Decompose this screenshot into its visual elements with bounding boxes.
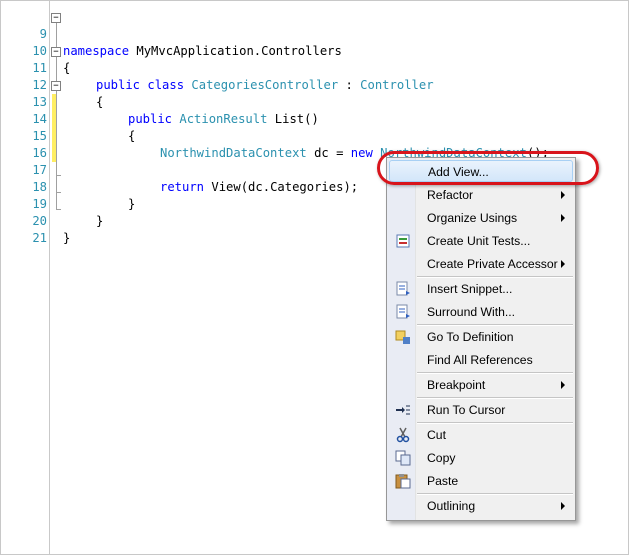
code-text: } [63, 231, 71, 245]
menu-item-paste[interactable]: Paste [389, 470, 573, 492]
menu-item-label: Organize Usings [427, 211, 518, 225]
code-line[interactable]: 13 public ActionResult List() [1, 77, 621, 126]
submenu-arrow-icon [561, 191, 565, 199]
submenu-arrow-icon [561, 260, 565, 268]
menu-item-organize-usings[interactable]: Organize Usings [389, 207, 573, 229]
submenu-arrow-icon [561, 381, 565, 389]
annotation-highlight-ring [377, 151, 599, 185]
menu-item-label: Run To Cursor [427, 403, 506, 417]
submenu-arrow-icon [561, 214, 565, 222]
menu-item-label: Surround With... [427, 305, 516, 319]
unit-test-icon [395, 233, 411, 249]
submenu-arrow-icon [561, 502, 565, 510]
context-menu: Add View... Refactor Organize Usings Cre… [386, 157, 576, 521]
code-line[interactable]: 14 { [1, 94, 621, 143]
paste-icon [395, 473, 411, 489]
menu-item-cut[interactable]: Cut [389, 424, 573, 446]
menu-item-label: Paste [427, 474, 459, 488]
code-line[interactable]: 9 namespace MyMvcApplication.Controllers [1, 9, 621, 58]
insert-snippet-icon [395, 281, 411, 297]
menu-item-label: Breakpoint [427, 378, 486, 392]
code-line[interactable]: 12 { [1, 60, 621, 109]
line-number: 21 [32, 231, 47, 245]
menu-item-find-all-references[interactable]: Find All References [389, 349, 573, 371]
code-editor-window: − − − 9 namespace MyMvcApplication.Contr… [0, 0, 629, 555]
menu-item-label: Copy [427, 451, 456, 465]
menu-item-refactor[interactable]: Refactor [389, 184, 573, 206]
menu-item-label: Create Private Accessor [427, 257, 558, 271]
menu-item-outlining[interactable]: Outlining [389, 495, 573, 517]
menu-item-go-to-definition[interactable]: Go To Definition [389, 326, 573, 348]
copy-icon [395, 450, 411, 466]
menu-item-label: Refactor [427, 188, 474, 202]
menu-item-create-unit-tests[interactable]: Create Unit Tests... [389, 230, 573, 252]
menu-item-label: Cut [427, 428, 446, 442]
cut-icon [395, 427, 411, 443]
code-line[interactable]: 16 [1, 128, 621, 160]
menu-item-copy[interactable]: Copy [389, 447, 573, 469]
menu-item-run-to-cursor[interactable]: Run To Cursor [389, 399, 573, 421]
go-to-definition-icon [395, 329, 411, 345]
menu-item-label: Insert Snippet... [427, 282, 513, 296]
surround-with-icon [395, 304, 411, 320]
menu-item-label: Outlining [427, 499, 476, 513]
code-line[interactable]: 11 public class CategoriesController : C… [1, 43, 621, 92]
menu-item-create-private-accessor[interactable]: Create Private Accessor [389, 253, 573, 275]
menu-item-insert-snippet[interactable]: Insert Snippet... [389, 278, 573, 300]
menu-item-surround-with[interactable]: Surround With... [389, 301, 573, 323]
menu-item-label: Find All References [427, 353, 533, 367]
code-line[interactable]: 10 { [1, 26, 621, 75]
menu-item-breakpoint[interactable]: Breakpoint [389, 374, 573, 396]
run-to-cursor-icon [395, 402, 411, 418]
menu-item-label: Create Unit Tests... [427, 234, 531, 248]
code-line[interactable]: 15 NorthwindDataContext dc = new Northwi… [1, 111, 621, 160]
menu-item-label: Go To Definition [427, 330, 514, 344]
